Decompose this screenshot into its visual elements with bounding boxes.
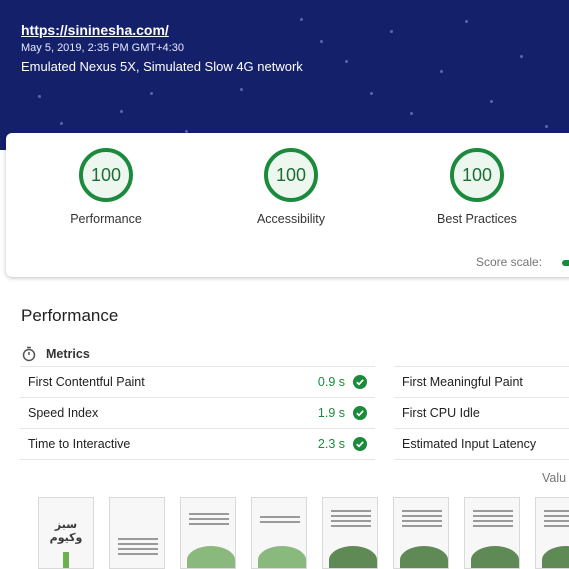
gauge-performance[interactable]: 100 Performance — [31, 148, 181, 226]
frame-leaf-image — [400, 546, 448, 568]
values-estimated-note: Valu — [542, 471, 567, 485]
metric-first-contentful-paint: First Contentful Paint 0.9 s — [20, 366, 375, 397]
gauge-ring: 100 — [450, 148, 504, 202]
frame-text-lines — [331, 510, 371, 530]
filmstrip-frame — [251, 497, 307, 569]
filmstrip-frame — [322, 497, 378, 569]
frame-text-lines — [189, 513, 229, 528]
frame-leaf-image — [187, 546, 235, 568]
filmstrip-frame — [535, 497, 569, 569]
metric-value: 1.9 s — [317, 406, 345, 420]
metric-estimated-input-latency: Estimated Input Latency — [394, 428, 569, 459]
stopwatch-icon — [22, 346, 36, 362]
metric-value: 0.9 s — [317, 375, 345, 389]
metric-time-to-interactive: Time to Interactive 2.3 s — [20, 428, 375, 459]
gauge-ring: 100 — [264, 148, 318, 202]
report-header: https://sininesha.com/ May 5, 2019, 2:35… — [0, 0, 569, 150]
pass-check-icon — [353, 375, 367, 389]
metrics-label: Metrics — [46, 347, 90, 361]
frame-text-lines — [118, 538, 158, 558]
gauge-accessibility[interactable]: 100 Accessibility — [216, 148, 366, 226]
pass-check-icon — [353, 406, 367, 420]
frame-text-lines — [544, 510, 569, 530]
row-divider — [20, 459, 375, 460]
metric-name: Speed Index — [28, 406, 99, 420]
frame-leaf-image — [258, 546, 306, 568]
filmstrip-frame — [464, 497, 520, 569]
row-divider — [394, 459, 569, 460]
metric-name: Time to Interactive — [28, 437, 131, 451]
frame-leaf-image — [471, 546, 519, 568]
metric-name: First Meaningful Paint — [402, 375, 523, 389]
metric-name: Estimated Input Latency — [402, 437, 537, 451]
frame-leaf-image — [329, 546, 377, 568]
gauge-ring: 100 — [79, 148, 133, 202]
report-date: May 5, 2019, 2:35 PM GMT+4:30 — [21, 42, 184, 54]
metrics-header: Metrics — [22, 346, 90, 362]
metric-name: First CPU Idle — [402, 406, 480, 420]
frame-text-lines — [402, 510, 442, 530]
metric-first-meaningful-paint: First Meaningful Paint — [394, 366, 569, 397]
frame-green-bar — [63, 552, 69, 568]
performance-section-title: Performance — [21, 306, 119, 325]
filmstrip-frame — [109, 497, 165, 569]
scores-card: 100 Performance 100 Accessibility 100 Be… — [6, 133, 569, 277]
score-scale-label: Score scale: — [476, 255, 543, 269]
gauge-best-practices[interactable]: 100 Best Practices — [402, 148, 552, 226]
gauge-label: Performance — [70, 212, 142, 226]
gauge-label: Accessibility — [256, 212, 326, 226]
frame-text-lines — [473, 510, 513, 530]
metric-name: First Contentful Paint — [28, 375, 145, 389]
report-environment: Emulated Nexus 5X, Simulated Slow 4G net… — [21, 59, 303, 74]
gauge-label: Best Practices — [437, 212, 517, 226]
metric-first-cpu-idle: First CPU Idle — [394, 397, 569, 428]
frame-logo-text: سبز وکیوم — [49, 518, 83, 544]
frame-leaf-image — [542, 546, 569, 568]
filmstrip-frame: سبز وکیوم — [38, 497, 94, 569]
frame-text-lines — [260, 516, 300, 526]
metric-speed-index: Speed Index 1.9 s — [20, 397, 375, 428]
filmstrip-frame — [180, 497, 236, 569]
score-scale-pass-bar — [562, 260, 569, 266]
filmstrip: سبز وکیوم — [38, 497, 569, 569]
report-url-link[interactable]: https://sininesha.com/ — [21, 22, 169, 38]
metric-value: 2.3 s — [317, 437, 345, 451]
filmstrip-frame — [393, 497, 449, 569]
pass-check-icon — [353, 437, 367, 451]
